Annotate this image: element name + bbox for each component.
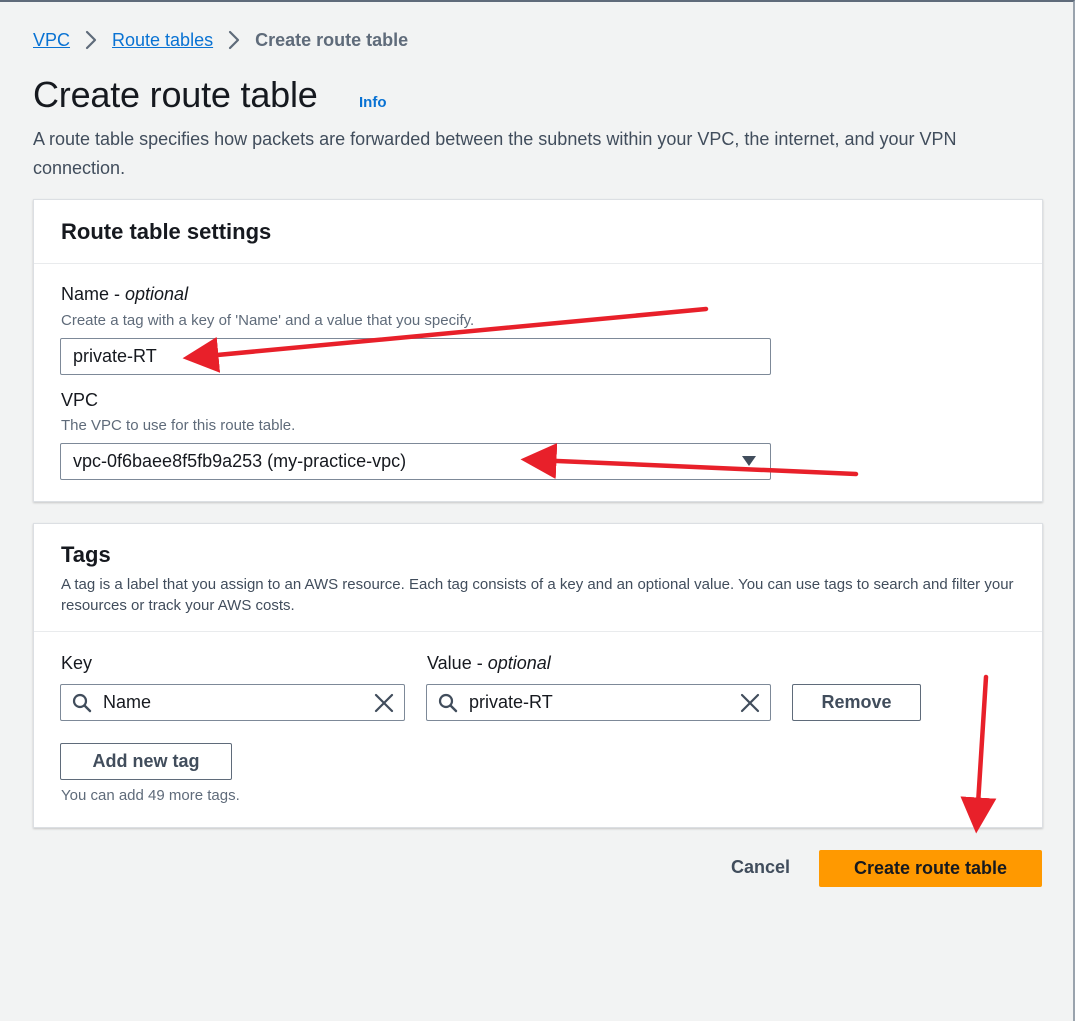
page-description: A route table specifies how packets are … xyxy=(33,129,957,178)
vpc-field-label: VPC xyxy=(61,390,99,410)
name-input-value: private-RT xyxy=(73,346,157,366)
optional-text: optional xyxy=(125,284,189,304)
chevron-right-icon xyxy=(76,29,106,51)
value-label-text: Value xyxy=(427,653,472,673)
cancel-button[interactable]: Cancel xyxy=(731,857,790,878)
breadcrumb: VPC Route tables Create route table xyxy=(33,29,408,51)
chevron-right-icon xyxy=(219,29,249,51)
page-title: Create route table xyxy=(33,74,318,115)
value-column-label: Value - optional xyxy=(427,653,551,673)
tags-remaining-hint: You can add 49 more tags. xyxy=(61,787,240,804)
close-icon[interactable] xyxy=(740,693,760,713)
name-label-text: Name xyxy=(61,284,110,304)
key-column-label: Key xyxy=(61,653,93,673)
vpc-select[interactable]: vpc-0f6baee8f5fb9a253 (my-practice-vpc) xyxy=(60,443,771,480)
add-new-tag-button[interactable]: Add new tag xyxy=(60,743,232,780)
route-table-settings-panel: Route table settings Name - optional Cre… xyxy=(33,199,1043,502)
info-link[interactable]: Info xyxy=(359,94,387,111)
name-field-hint: Create a tag with a key of 'Name' and a … xyxy=(61,312,475,329)
panel-header: Tags A tag is a label that you assign to… xyxy=(34,524,1042,632)
vpc-select-value: vpc-0f6baee8f5fb9a253 (my-practice-vpc) xyxy=(73,451,407,471)
tags-description: A tag is a label that you assign to an A… xyxy=(61,576,1014,614)
search-icon xyxy=(61,684,103,721)
name-input[interactable]: private-RT xyxy=(60,338,771,375)
optional-text: optional xyxy=(487,653,551,673)
tags-panel: Tags A tag is a label that you assign to… xyxy=(33,523,1043,828)
tag-value-value: private-RT xyxy=(469,692,553,712)
remove-tag-button[interactable]: Remove xyxy=(792,684,921,721)
breadcrumb-current: Create route table xyxy=(255,29,409,50)
name-field-label: Name - optional xyxy=(61,284,189,304)
tag-key-value: Name xyxy=(103,692,152,712)
panel-title: Tags xyxy=(61,542,111,567)
panel-header: Route table settings xyxy=(34,200,1042,264)
caret-down-icon xyxy=(742,456,756,466)
search-icon xyxy=(427,684,469,721)
tag-key-input[interactable]: Name xyxy=(60,684,405,721)
breadcrumb-link-vpc[interactable]: VPC xyxy=(33,30,70,51)
vpc-field-hint: The VPC to use for this route table. xyxy=(61,417,296,434)
create-route-table-button[interactable]: Create route table xyxy=(819,850,1042,887)
breadcrumb-link-route-tables[interactable]: Route tables xyxy=(112,30,213,51)
panel-title: Route table settings xyxy=(61,218,272,244)
close-icon[interactable] xyxy=(374,693,394,713)
tag-value-input[interactable]: private-RT xyxy=(426,684,771,721)
